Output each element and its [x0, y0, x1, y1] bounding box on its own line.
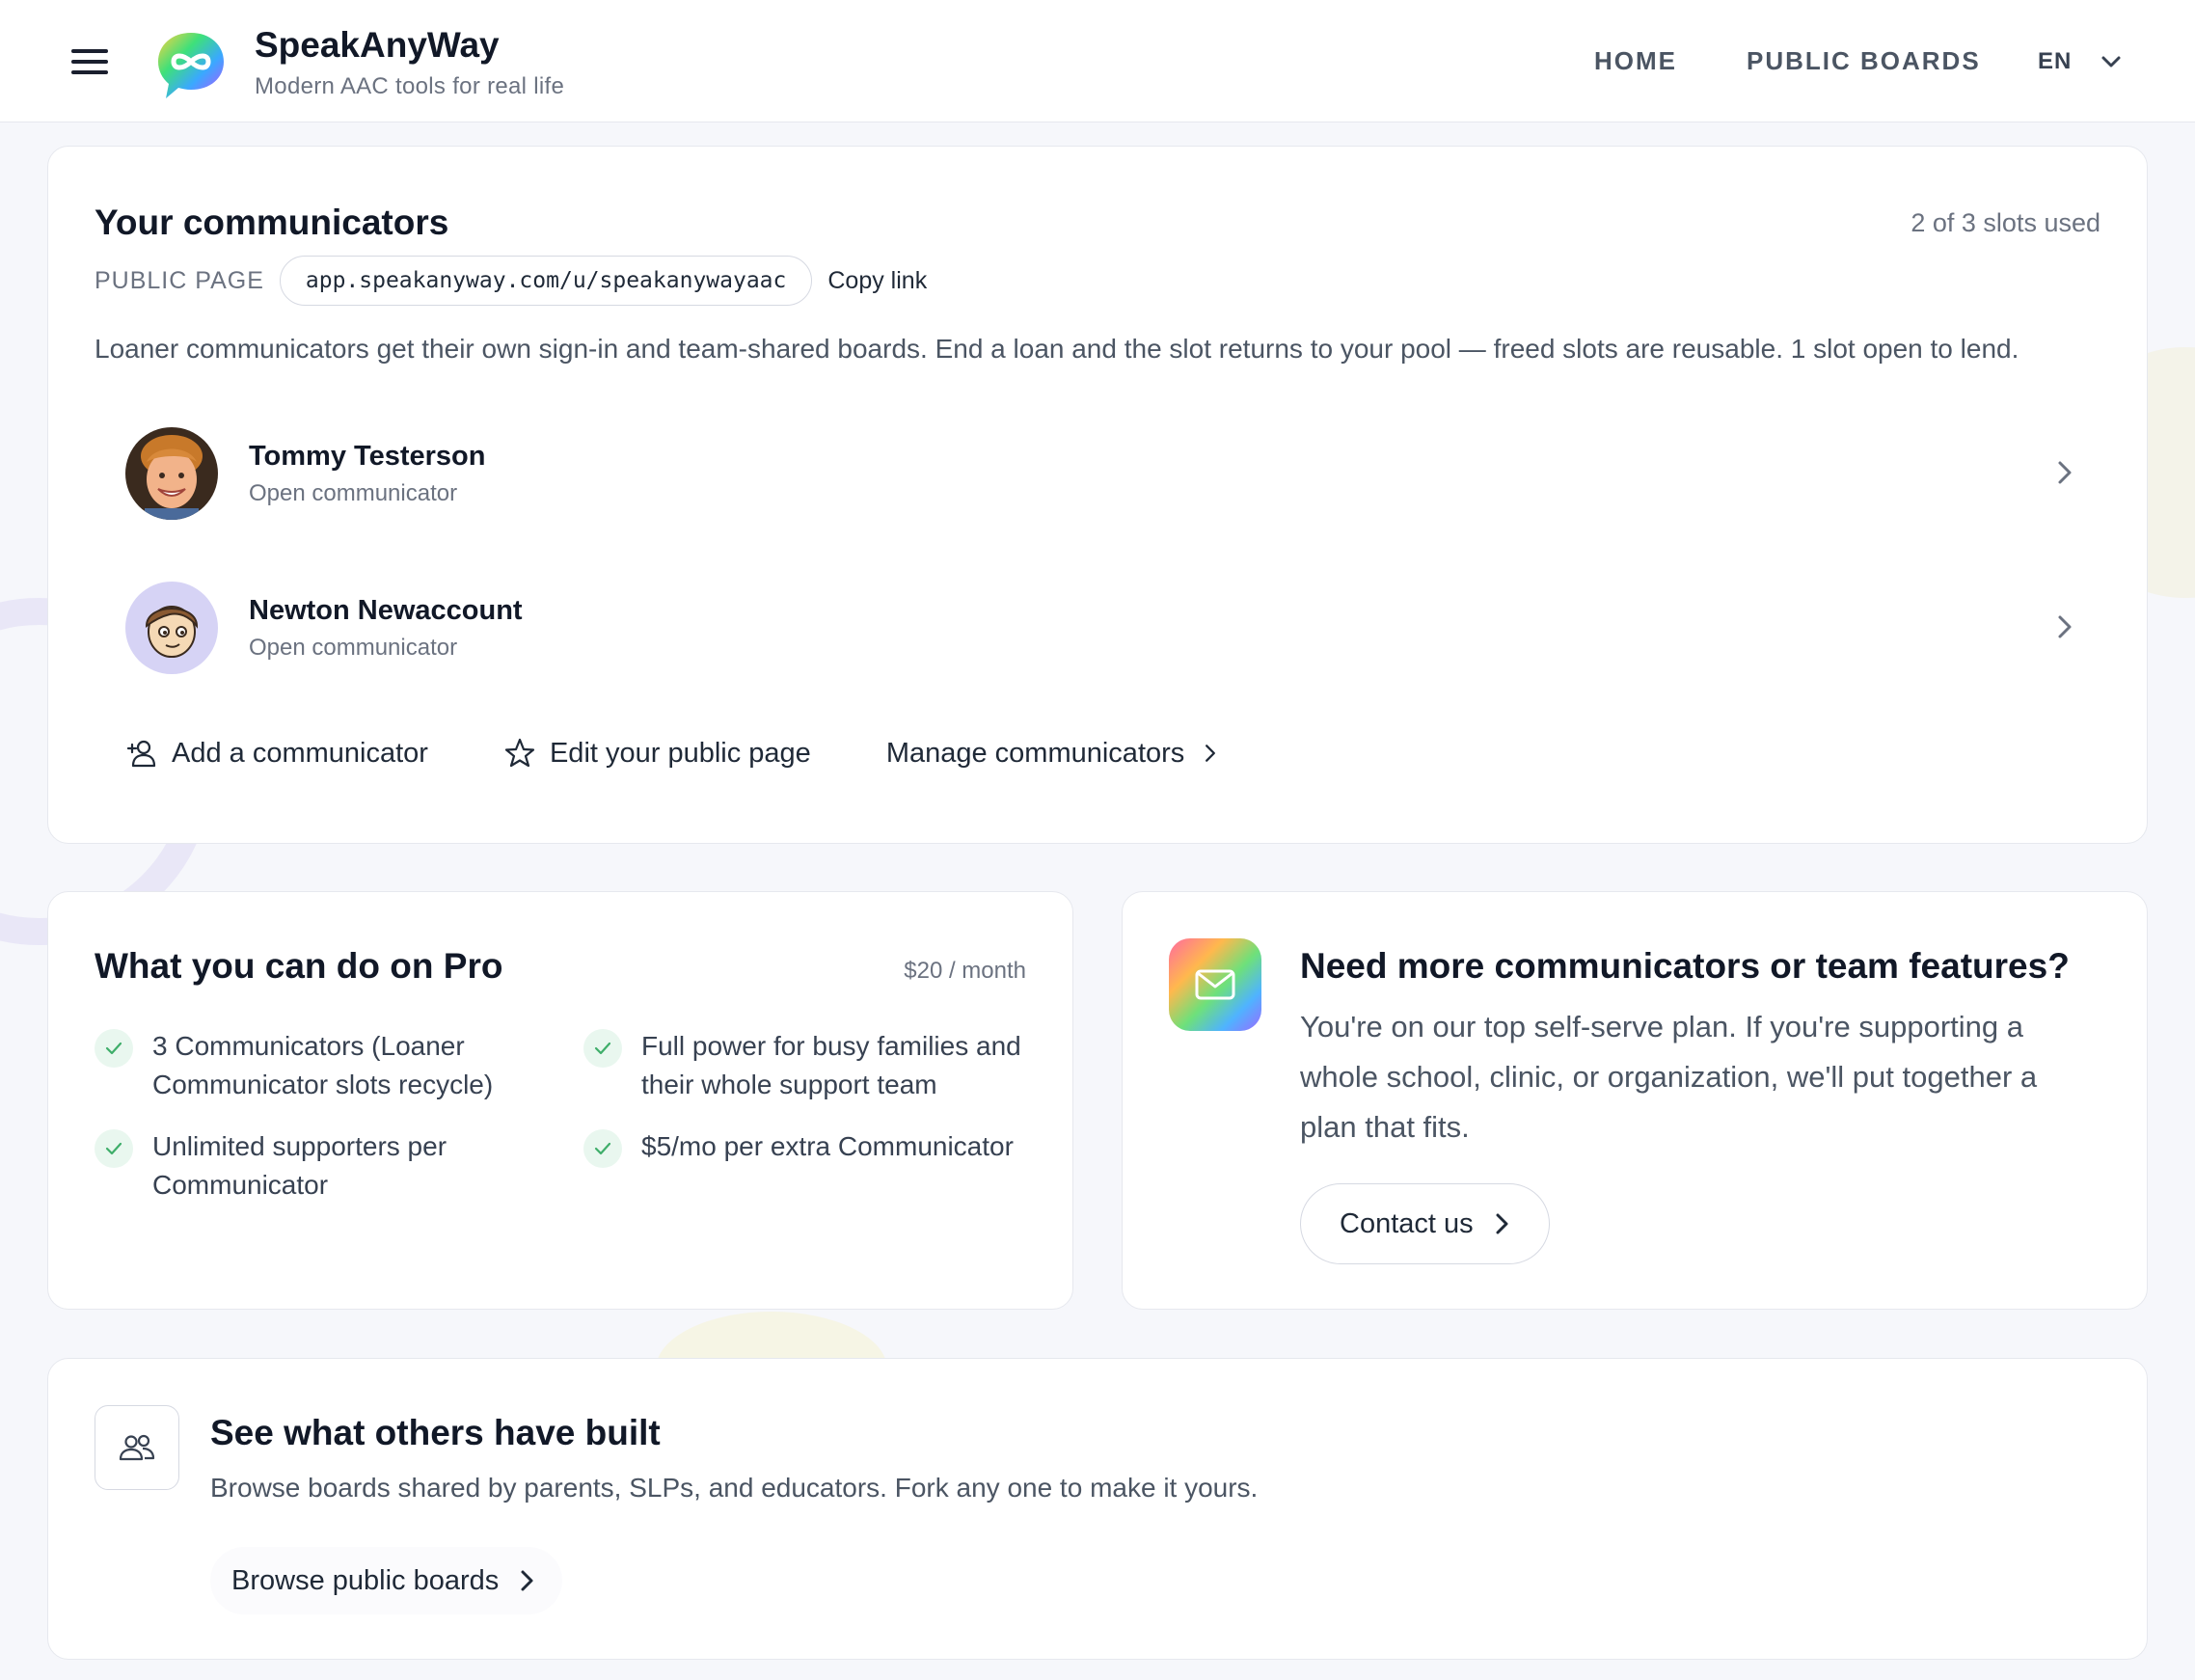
communicator-row-tommy[interactable]: Tommy Testerson Open communicator: [125, 425, 2112, 522]
chevron-down-icon: [2101, 56, 2121, 68]
see-others-card: See what others have built Browse boards…: [47, 1358, 2148, 1660]
pro-feature-item: $5/mo per extra Communicator: [583, 1127, 1046, 1168]
nav-home-link[interactable]: HOME: [1594, 46, 1677, 76]
star-icon: [504, 738, 535, 768]
browse-public-boards-label: Browse public boards: [231, 1564, 500, 1596]
manage-communicators-button[interactable]: Manage communicators: [886, 738, 1223, 770]
communicator-row-newton[interactable]: Newton Newaccount Open communicator: [125, 580, 2112, 676]
avatar: [125, 427, 218, 520]
communicator-status: Open communicator: [249, 479, 458, 506]
chevron-right-icon: [2058, 615, 2072, 638]
contact-us-label: Contact us: [1340, 1207, 1474, 1239]
contact-us-button[interactable]: Contact us: [1300, 1183, 1550, 1264]
need-more-card: Need more communicators or team features…: [1122, 891, 2148, 1310]
communicator-status: Open communicator: [249, 634, 458, 661]
public-page-url[interactable]: app.speakanyway.com/u/speakanywayaac: [279, 256, 813, 306]
chevron-right-icon: [1496, 1213, 1508, 1234]
pro-feature-item: Unlimited supporters per Communicator: [95, 1127, 519, 1205]
avatar: [125, 582, 218, 674]
pro-feature-text: $5/mo per extra Communicator: [641, 1131, 1014, 1161]
see-others-title: See what others have built: [210, 1413, 661, 1452]
brand-name[interactable]: SpeakAnyWay: [255, 25, 500, 66]
add-user-icon: [126, 740, 156, 768]
edit-public-page-button[interactable]: Edit your public page: [503, 737, 811, 770]
see-others-body: Browse boards shared by parents, SLPs, a…: [210, 1473, 1259, 1503]
nav-public-boards-link[interactable]: PUBLIC BOARDS: [1747, 46, 1981, 76]
language-selector[interactable]: EN: [2038, 48, 2122, 75]
top-header: SpeakAnyWay Modern AAC tools for real li…: [0, 0, 2195, 122]
communicator-name: Newton Newaccount: [249, 594, 523, 626]
add-communicator-button[interactable]: Add a communicator: [125, 737, 428, 770]
communicator-actions: Add a communicator Edit your public page…: [125, 737, 1298, 770]
edit-public-page-label: Edit your public page: [549, 737, 811, 769]
communicators-description: Loaner communicators get their own sign-…: [95, 334, 2019, 364]
brand-logo-icon[interactable]: [154, 29, 228, 102]
need-more-body: You're on our top self-serve plan. If yo…: [1300, 1010, 2038, 1144]
browse-public-boards-button[interactable]: Browse public boards: [210, 1547, 563, 1614]
communicators-card: Your communicators 2 of 3 slots used PUB…: [47, 146, 2148, 844]
pro-feature-text: 3 Communicators (Loaner Communicator slo…: [152, 1031, 494, 1099]
communicator-name: Tommy Testerson: [249, 440, 486, 472]
chevron-right-icon: [2058, 461, 2072, 484]
copy-link-button[interactable]: Copy link: [827, 267, 927, 295]
mail-icon: [1169, 938, 1261, 1031]
pro-feature-item: 3 Communicators (Loaner Communicator slo…: [95, 1027, 519, 1104]
brand-tagline: Modern AAC tools for real life: [255, 73, 565, 99]
add-communicator-label: Add a communicator: [172, 737, 428, 769]
people-icon: [95, 1405, 179, 1490]
pro-plan-card: What you can do on Pro $20 / month 3 Com…: [47, 891, 1073, 1310]
language-label: EN: [2038, 48, 2073, 74]
need-more-title: Need more communicators or team features…: [1300, 946, 2070, 986]
check-icon: [583, 1129, 622, 1168]
chevron-right-icon: [1206, 745, 1216, 762]
pro-plan-title: What you can do on Pro: [95, 946, 503, 986]
slots-used: 2 of 3 slots used: [1910, 208, 2100, 237]
public-page-row: PUBLIC PAGE app.speakanyway.com/u/speaka…: [95, 256, 927, 306]
manage-communicators-label: Manage communicators: [885, 737, 1185, 769]
chevron-right-icon: [521, 1570, 533, 1591]
check-icon: [583, 1029, 622, 1068]
check-icon: [95, 1029, 133, 1068]
check-icon: [95, 1129, 133, 1168]
pro-plan-price: $20 / month: [904, 958, 1026, 984]
pro-feature-text: Unlimited supporters per Communicator: [152, 1131, 447, 1200]
hamburger-menu-icon[interactable]: [71, 42, 114, 81]
communicators-title: Your communicators: [95, 203, 449, 242]
public-page-label: PUBLIC PAGE: [95, 266, 264, 294]
pro-feature-text: Full power for busy families and their w…: [641, 1031, 1021, 1099]
pro-feature-item: Full power for busy families and their w…: [583, 1027, 1046, 1104]
